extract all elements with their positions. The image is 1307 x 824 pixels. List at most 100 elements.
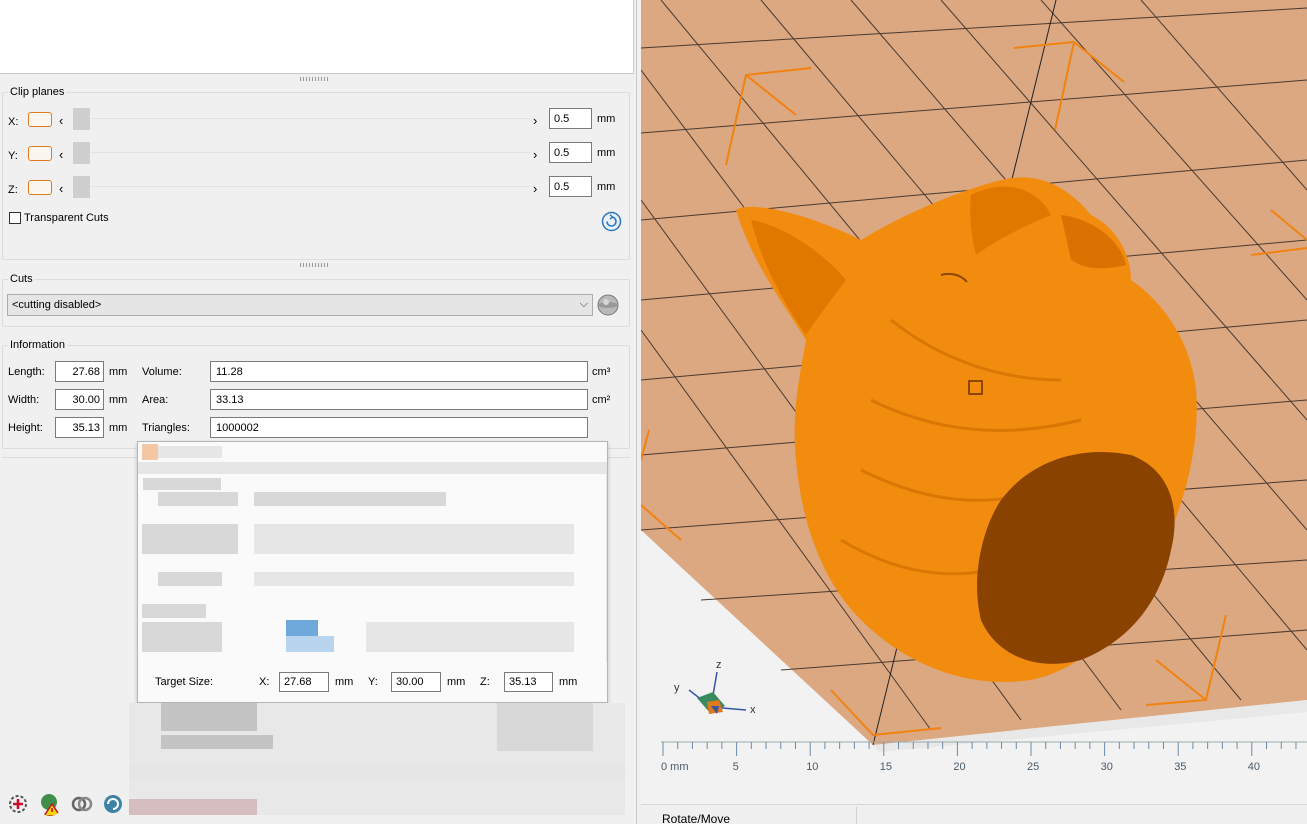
ruler-tick-label: 20 (953, 761, 965, 773)
width-label: Width: (8, 394, 40, 406)
slider-track[interactable] (90, 186, 530, 187)
length-value: 27.68 (55, 361, 104, 382)
slider-thumb-y[interactable] (73, 142, 90, 164)
target-y-unit: mm (447, 676, 466, 688)
clip-row-y: Y: ‹ › mm (0, 142, 630, 170)
triangles-label: Triangles: (142, 422, 190, 434)
dialog-field[interactable] (142, 622, 222, 652)
clip-unit: mm (597, 181, 616, 193)
status-separator (856, 807, 857, 824)
slider-track[interactable] (90, 118, 530, 119)
dialog-footer-text (161, 735, 273, 749)
ruler-tick-label: 40 (1248, 761, 1260, 773)
area-value: 33.13 (210, 389, 588, 410)
dialog-field[interactable] (142, 524, 238, 554)
ruler-tick-label: 10 (806, 761, 818, 773)
information-title: Information (8, 339, 68, 351)
transparent-cuts-checkbox[interactable] (9, 212, 21, 224)
splitter-grip[interactable] (300, 263, 330, 267)
volume-unit: cm³ (592, 366, 611, 378)
clip-unit: mm (597, 147, 616, 159)
volume-label: Volume: (142, 366, 182, 378)
clip-unit: mm (597, 113, 616, 125)
refresh-icon[interactable] (101, 792, 125, 816)
dialog-option[interactable] (254, 492, 446, 506)
clip-toggle-x[interactable] (28, 112, 52, 127)
triangles-value: 1000002 (210, 417, 588, 438)
clip-value-z[interactable] (549, 176, 592, 197)
target-z-unit: mm (559, 676, 578, 688)
length-unit: mm (109, 366, 128, 378)
dialog-option[interactable] (158, 492, 238, 506)
dialog-section-label (143, 478, 221, 490)
slider-right-arrow[interactable]: › (533, 113, 537, 128)
reset-icon[interactable] (601, 211, 622, 232)
dialog-selected-option[interactable] (286, 636, 334, 652)
cuts-dropdown[interactable]: <cutting disabled> ⌵ (7, 294, 593, 316)
status-bar: Rotate/Move (641, 804, 1307, 824)
slider-right-arrow[interactable]: › (533, 147, 537, 162)
slider-thumb-x[interactable] (73, 108, 90, 130)
dialog-field-row[interactable] (254, 572, 574, 586)
dialog-ok-button[interactable] (497, 703, 593, 751)
add-part-icon[interactable] (6, 792, 30, 816)
dialog-selected-option[interactable] (286, 620, 318, 636)
slider-track[interactable] (90, 152, 530, 153)
dialog-menubar (138, 462, 607, 474)
dialog-label (158, 572, 222, 586)
area-unit: cm² (592, 394, 611, 406)
target-x-input[interactable]: 27.68 (279, 672, 329, 692)
ruler-tick-label: 5 (733, 761, 739, 773)
target-z-input[interactable]: 35.13 (504, 672, 553, 692)
clip-value-x[interactable] (549, 108, 592, 129)
dialog-title (158, 446, 222, 458)
height-label: Height: (8, 422, 43, 434)
cuts-selected: <cutting disabled> (12, 299, 102, 311)
scale-dialog (137, 441, 608, 703)
ruler-tick-label: 15 (880, 761, 892, 773)
slider-left-arrow[interactable]: ‹ (59, 113, 63, 128)
3d-viewport[interactable]: 0 mm 5 10 15 20 25 30 35 40 z x y (641, 0, 1307, 804)
target-z-label: Z: (480, 676, 490, 688)
clip-axis-label: Y: (8, 150, 18, 162)
slider-left-arrow[interactable]: ‹ (59, 181, 63, 196)
scene[interactable]: 0 mm 5 10 15 20 25 30 35 40 z x y (641, 0, 1307, 804)
slider-right-arrow[interactable]: › (533, 181, 537, 196)
slider-thumb-z[interactable] (73, 176, 90, 198)
axis-z-label: z (716, 659, 722, 671)
dialog-footer-row (129, 799, 257, 815)
target-y-input[interactable]: 30.00 (391, 672, 441, 692)
clip-row-x: X: ‹ › mm (0, 108, 630, 136)
ruler: 0 mm 5 10 15 20 25 30 35 40 (661, 741, 1307, 773)
width-value: 30.00 (55, 389, 104, 410)
object-list[interactable] (0, 0, 634, 74)
ruler-tick-label: 30 (1101, 761, 1113, 773)
dialog-field-row[interactable] (366, 622, 574, 652)
chevron-down-icon: ⌵ (579, 298, 588, 310)
cuts-title: Cuts (8, 273, 35, 285)
length-label: Length: (8, 366, 45, 378)
target-x-label: X: (259, 676, 270, 688)
clip-axis-label: Z: (8, 184, 18, 196)
link-icon[interactable] (70, 792, 94, 816)
height-unit: mm (109, 422, 128, 434)
slider-left-arrow[interactable]: ‹ (59, 147, 63, 162)
axis-y-label: y (674, 682, 680, 694)
target-size-label: Target Size: (155, 676, 214, 688)
clip-value-y[interactable] (549, 142, 592, 163)
axis-x-label: x (750, 704, 756, 716)
warning-repair-icon[interactable] (38, 792, 62, 816)
area-label: Area: (142, 394, 169, 406)
width-unit: mm (109, 394, 128, 406)
scale-dialog-footer (129, 703, 625, 815)
clip-axis-label: X: (8, 116, 19, 128)
clip-toggle-z[interactable] (28, 180, 52, 195)
dialog-section-label (142, 604, 206, 618)
clip-row-z: Z: ‹ › mm (0, 176, 630, 204)
splitter-grip[interactable] (300, 77, 330, 81)
dialog-field-row[interactable] (254, 524, 574, 554)
cut-tool-icon[interactable] (596, 293, 620, 317)
clip-toggle-y[interactable] (28, 146, 52, 161)
clip-planes-title: Clip planes (8, 86, 67, 98)
dialog-scrollbar[interactable] (606, 462, 607, 662)
